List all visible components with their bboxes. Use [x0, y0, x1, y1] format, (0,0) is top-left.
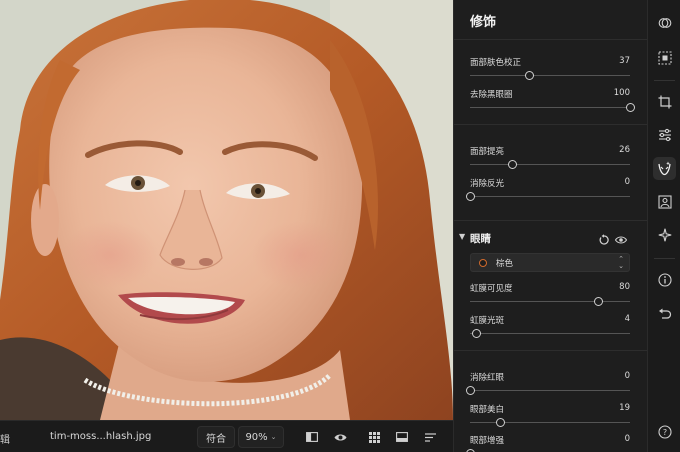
slider-track[interactable]	[470, 164, 630, 165]
slider-dark-circles[interactable]: 去除黑眼圈 100	[470, 88, 635, 116]
photo-canvas[interactable]	[0, 0, 453, 420]
slider-iris-flare[interactable]: 虹膜光斑 4	[470, 314, 630, 342]
slider-label: 消除红眼	[470, 373, 505, 383]
slider-label: 面部肤色校正	[470, 58, 522, 68]
filmstrip-icon[interactable]	[394, 429, 410, 445]
sort-icon[interactable]	[422, 429, 438, 445]
slider-knob[interactable]	[466, 192, 475, 201]
divider	[454, 39, 648, 40]
slider-skin-tone[interactable]: 面部肤色校正 37	[470, 56, 630, 84]
help-label: ?	[662, 428, 666, 437]
slider-knob[interactable]	[525, 71, 535, 80]
slider-label: 眼部美白	[470, 405, 505, 415]
retouch-panel: 修饰 面部肤色校正 37 去除黑眼圈 100 面部提亮 26 消除反光 0 ▼ …	[453, 0, 648, 452]
slider-label: 眼部增强	[470, 436, 505, 446]
divider	[654, 258, 675, 259]
slider-value[interactable]: 0	[625, 177, 630, 187]
divider	[454, 350, 648, 351]
eye-color-dropdown[interactable]: 棕色 ⌃ ⌄	[470, 253, 630, 272]
eyes-section-title: 眼睛	[470, 233, 491, 245]
panel-title: 修饰	[470, 15, 497, 30]
slider-face-brighten[interactable]: 面部提亮 26	[470, 145, 630, 173]
caret-down-icon[interactable]: ▼	[459, 232, 465, 241]
slider-label: 虹膜可见度	[470, 284, 513, 294]
slider-knob[interactable]	[472, 329, 482, 338]
slider-value[interactable]: 100	[614, 88, 630, 98]
reset-icon[interactable]	[598, 231, 610, 245]
slider-value[interactable]: 19	[619, 403, 630, 413]
portrait-icon[interactable]	[656, 193, 673, 210]
eye-color-label: 棕色	[496, 259, 514, 269]
slider-knob[interactable]	[466, 386, 475, 395]
visibility-eye-icon[interactable]	[614, 231, 628, 244]
slider-label: 消除反光	[470, 179, 505, 189]
slider-label: 面部提亮	[470, 147, 505, 157]
slider-track[interactable]	[470, 390, 630, 391]
slider-track[interactable]	[470, 422, 630, 423]
slider-value[interactable]: 26	[619, 145, 630, 155]
layers-icon[interactable]	[656, 14, 673, 31]
compare-icon[interactable]	[304, 429, 320, 445]
info-icon[interactable]	[656, 271, 673, 288]
magic-sparkle-icon[interactable]	[656, 226, 673, 243]
file-name: tim-moss...hlash.jpg	[50, 431, 152, 442]
slider-value[interactable]: 37	[619, 56, 630, 66]
grid-view-icon[interactable]	[366, 429, 382, 445]
slider-value[interactable]: 0	[625, 434, 630, 444]
slider-label: 去除黑眼圈	[470, 90, 513, 100]
updown-chevron-icon: ⌃ ⌄	[618, 255, 624, 270]
toolbar-edge-label[interactable]: 辑	[0, 431, 10, 446]
fit-button[interactable]: 符合	[197, 426, 235, 448]
chevron-down-icon: ⌄	[270, 433, 277, 441]
bottom-toolbar: 辑 tim-moss...hlash.jpg 符合 90% ⌄	[0, 420, 453, 452]
slider-value[interactable]: 80	[619, 282, 630, 292]
slider-track[interactable]	[470, 196, 630, 197]
slider-label: 虹膜光斑	[470, 316, 505, 326]
adjust-sliders-icon[interactable]	[656, 126, 673, 143]
divider	[654, 80, 675, 81]
slider-track[interactable]	[470, 301, 630, 302]
tool-rail: ?	[647, 0, 680, 452]
slider-value[interactable]: 4	[625, 314, 630, 324]
slider-knob[interactable]	[507, 160, 517, 169]
slider-track[interactable]	[470, 107, 630, 108]
zoom-dropdown[interactable]: 90% ⌄	[238, 426, 284, 448]
slider-track[interactable]	[470, 75, 630, 76]
slider-knob[interactable]	[496, 418, 506, 427]
slider-red-eye[interactable]: 消除红眼 0	[466, 371, 630, 399]
slider-remove-shine[interactable]: 消除反光 0	[466, 177, 630, 205]
eyes-section-header[interactable]: ▼ 眼睛	[454, 228, 648, 248]
help-icon[interactable]: ?	[656, 423, 673, 440]
crop-icon[interactable]	[656, 93, 673, 110]
eye-color-swatch	[479, 259, 487, 267]
slider-knob[interactable]	[626, 103, 635, 112]
divider	[454, 220, 648, 221]
slider-value[interactable]: 0	[625, 371, 630, 381]
slider-eye-enhance[interactable]: 眼部增强 0	[466, 434, 630, 452]
zoom-level: 90%	[245, 431, 268, 443]
slider-iris-visibility[interactable]: 虹膜可见度 80	[470, 282, 630, 310]
preview-eye-icon[interactable]	[332, 429, 348, 445]
slider-knob[interactable]	[594, 297, 603, 306]
undo-icon[interactable]	[656, 305, 673, 322]
portrait-photo	[0, 0, 453, 420]
retouch-face-icon[interactable]	[653, 157, 676, 180]
fit-label: 符合	[206, 433, 226, 445]
slider-track[interactable]	[470, 333, 630, 334]
selection-icon[interactable]	[656, 49, 673, 66]
slider-eye-whitening[interactable]: 眼部美白 19	[470, 403, 630, 431]
divider	[454, 124, 648, 125]
